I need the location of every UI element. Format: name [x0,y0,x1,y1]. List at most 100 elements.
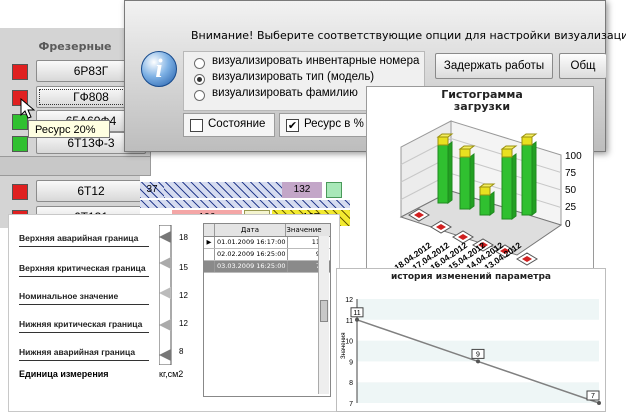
threshold-label: Номинальное значение [19,291,119,301]
table-header-date: Дата [215,224,286,236]
histogram-bar [459,156,471,210]
histogram-chart: 100755025018.04.201217.04.201216.04.2012… [392,120,582,271]
threshold-value: 18 [179,233,188,242]
table-row[interactable]: ▶ 01.01.2009 16:17:00 11 [204,237,330,249]
table-cell-value: 11 [311,238,320,246]
histogram-bar-top [501,148,513,158]
load-histogram-panel: Гистограмма загрузки 100 75 50 25 0 18.04.201… [366,86,594,272]
table-row-marker [204,261,215,272]
table-cell-value: 7 [288,261,320,272]
histogram-bar-top [437,136,449,146]
option-model-label[interactable]: визуализировать тип (модель) [212,71,374,83]
history-point-label: 9 [476,351,480,358]
threshold-value: 12 [179,291,188,300]
history-y-tick: 8 [349,380,353,387]
parameter-thresholds-panel: Верхняя аварийная граница 18 Верхняя крити… [8,214,340,412]
gantt-bar-label: 132 [293,184,311,195]
machine-group-label: Фрезерные [38,40,112,53]
option-surname-label[interactable]: визуализировать фамилию [212,87,358,99]
gantt-bar-label: 37 [146,184,158,195]
history-line-chart: 121110987Значения1197 [341,297,601,408]
histogram-bar [437,144,449,204]
gantt-bar[interactable] [140,200,350,208]
threshold-label: Нижняя аварийная граница [19,347,136,357]
table-cell-date: 03.03.2009 16:25:00 [215,261,288,272]
table-header-value: Значение [286,226,322,234]
threshold-label: Верхняя критическая граница [19,263,146,273]
machine-button[interactable]: 6Т12 [36,180,146,202]
table-cell-date: 02.02.2009 16:25:00 [215,249,288,260]
option-surname-radio[interactable] [194,90,205,101]
option-inventory-radio[interactable] [194,58,205,69]
threshold-line [19,304,149,305]
histogram-axis-tick: 50 [565,185,577,196]
resource-checkbox-label[interactable]: Ресурс в % [304,118,364,130]
history-y-tick: 9 [349,359,353,366]
history-point [476,359,480,364]
machine-status-indicator [12,64,28,80]
threshold-value: 8 [179,347,184,356]
histogram-bar-side [489,191,495,216]
machine-status-indicator [12,136,28,152]
threshold-line [19,360,149,361]
history-grid-band [357,299,599,320]
resource-checkbox[interactable]: ✔ [286,119,299,132]
history-y-label: Значения [341,332,347,359]
table-row[interactable]: 03.03.2009 16:25:007 [204,261,330,273]
histogram-axis-tick: 0 [565,219,571,230]
machine-status-indicator [12,184,28,200]
state-checkbox[interactable] [190,119,203,132]
threshold-label: Верхняя аварийная граница [19,233,139,243]
parameter-history-chart: история изменений параметра 12 11 10 9 8 7 Зна… [336,268,606,412]
histogram-axis-tick: 25 [565,202,577,213]
delay-work-button[interactable]: Задержать работы [435,53,553,79]
option-inventory-label[interactable]: визуализировать инвентарные номера [212,55,419,67]
resource-tooltip: Ресурс 20% [28,120,110,138]
gantt-bar[interactable]: 132 [282,182,322,198]
histogram-bar-side [469,153,475,210]
table-row[interactable]: 02.02.2009 16:25:009 [204,249,330,261]
threshold-value: 12 [179,319,188,328]
table-header-marker [204,224,215,236]
values-table-header: Дата Значение [204,224,330,237]
option-model-radio[interactable] [194,74,205,85]
histogram-bar-side [511,153,517,220]
state-checkbox-label[interactable]: Состояние [208,118,265,130]
history-y-tick: 11 [346,318,353,325]
values-table: Дата Значение ▶ 01.01.2009 16:17:00 11 02.0… [203,223,331,397]
history-point-label: 7 [591,393,595,400]
histogram-bar-top [459,148,471,158]
table-row-marker [204,249,215,260]
history-point [355,317,359,322]
histogram-bar [501,156,513,220]
threshold-line [19,332,149,333]
dialog-message: Внимание! Выберите соответствующие опции… [191,29,626,42]
histogram-axis-tick: 75 [565,168,577,179]
histogram-bar-top [521,136,533,146]
history-point-label: 11 [353,310,360,317]
gantt-bar[interactable] [326,182,342,198]
gantt-bar[interactable]: 37 [140,182,164,198]
histogram-bar-side [447,141,453,204]
threshold-scale [159,225,172,365]
history-y-tick: 12 [345,297,353,304]
mouse-cursor-icon [20,98,36,119]
table-row-marker: ▶ [204,237,215,248]
machine-row[interactable]: 6Т12 [8,180,146,202]
table-scroll-thumb[interactable] [320,300,328,322]
unit-label: Единица измерения [19,369,109,379]
histogram-bar-side [531,141,537,216]
threshold-label: Нижняя критическая граница [19,319,143,329]
table-cell-value: 9 [288,249,320,260]
resource-checkbox-group[interactable]: ✔ Ресурс в % [279,113,367,137]
state-checkbox-group[interactable]: Состояние [183,113,275,137]
threshold-line [19,276,149,277]
gantt-bar[interactable] [164,182,282,198]
histogram-bar-cap [520,133,538,138]
histogram-bar [521,144,533,216]
table-scrollbar[interactable] [318,236,329,394]
threshold-line [19,246,149,247]
threshold-value: 15 [179,263,188,272]
general-button[interactable]: Общ [559,53,606,79]
histogram-bar [479,194,491,216]
